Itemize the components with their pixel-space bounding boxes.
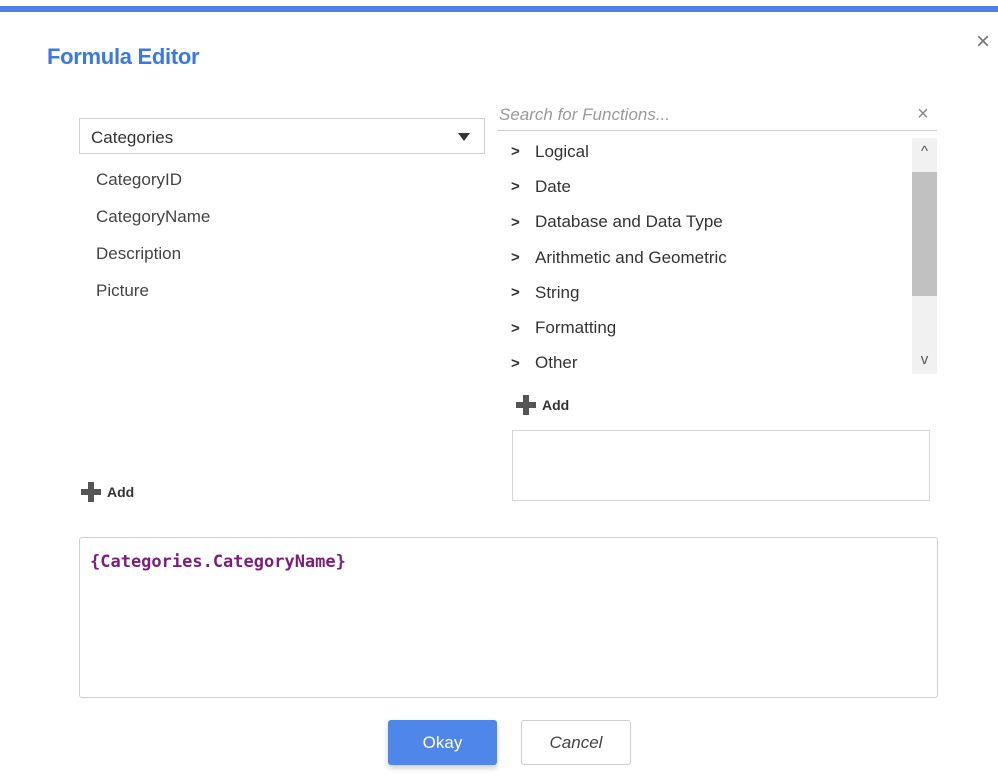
field-item[interactable]: Description (96, 240, 210, 277)
function-category-list: > Logical > Date > Database and Data Type >… (497, 134, 727, 381)
function-category-label: Arithmetic and Geometric (535, 247, 727, 267)
formula-editor-input[interactable]: {Categories.CategoryName} (79, 537, 938, 698)
function-category-label: Formatting (535, 318, 617, 338)
dialog-top-accent-bar (0, 6, 998, 12)
field-item[interactable]: CategoryName (96, 203, 210, 240)
chevron-right-icon: > (511, 213, 520, 231)
plus-icon (516, 395, 536, 415)
table-select-value: Categories (91, 128, 174, 147)
cancel-button[interactable]: Cancel (521, 720, 631, 765)
function-list-scrollbar[interactable]: ^ v (912, 138, 937, 374)
add-function-button[interactable]: Add (516, 395, 569, 415)
chevron-right-icon: > (511, 354, 520, 372)
function-category-arithmetic[interactable]: > Arithmetic and Geometric (497, 240, 727, 275)
function-category-label: Logical (535, 141, 589, 161)
function-category-label: Date (535, 176, 571, 196)
function-category-database[interactable]: > Database and Data Type (497, 205, 727, 240)
scroll-down-icon[interactable]: v (912, 346, 937, 374)
plus-icon (81, 482, 101, 502)
function-category-label: String (535, 282, 580, 302)
field-list: CategoryID CategoryName Description Pict… (96, 166, 210, 314)
function-category-label: Database and Data Type (535, 212, 723, 232)
add-field-label: Add (107, 484, 135, 500)
function-category-label: Other (535, 353, 578, 373)
function-category-formatting[interactable]: > Formatting (497, 310, 727, 345)
function-description-box (512, 430, 930, 501)
field-item[interactable]: Picture (96, 277, 210, 314)
function-category-panel: > Logical > Date > Database and Data Type >… (497, 134, 939, 374)
formula-text: {Categories.CategoryName} (90, 552, 346, 572)
table-select-dropdown[interactable]: Categories (79, 118, 485, 154)
function-category-date[interactable]: > Date (497, 169, 727, 204)
chevron-right-icon: > (511, 319, 520, 337)
function-category-string[interactable]: > String (497, 275, 727, 310)
chevron-right-icon: > (511, 284, 520, 302)
chevron-right-icon: > (511, 178, 520, 196)
function-search-input[interactable] (497, 102, 901, 128)
function-search: × (497, 102, 937, 131)
scrollbar-thumb[interactable] (912, 172, 937, 296)
chevron-right-icon: > (511, 249, 520, 267)
close-icon[interactable]: × (971, 30, 995, 54)
dialog-title: Formula Editor (47, 44, 200, 69)
function-category-other[interactable]: > Other (497, 346, 727, 381)
scroll-up-icon[interactable]: ^ (912, 138, 937, 166)
function-category-logical[interactable]: > Logical (497, 134, 727, 169)
add-field-button[interactable]: Add (81, 482, 134, 502)
clear-search-icon[interactable]: × (913, 102, 933, 126)
add-function-label: Add (542, 397, 570, 413)
okay-button[interactable]: Okay (388, 720, 497, 765)
caret-down-icon (458, 133, 470, 141)
chevron-right-icon: > (511, 143, 520, 161)
field-item[interactable]: CategoryID (96, 166, 210, 203)
